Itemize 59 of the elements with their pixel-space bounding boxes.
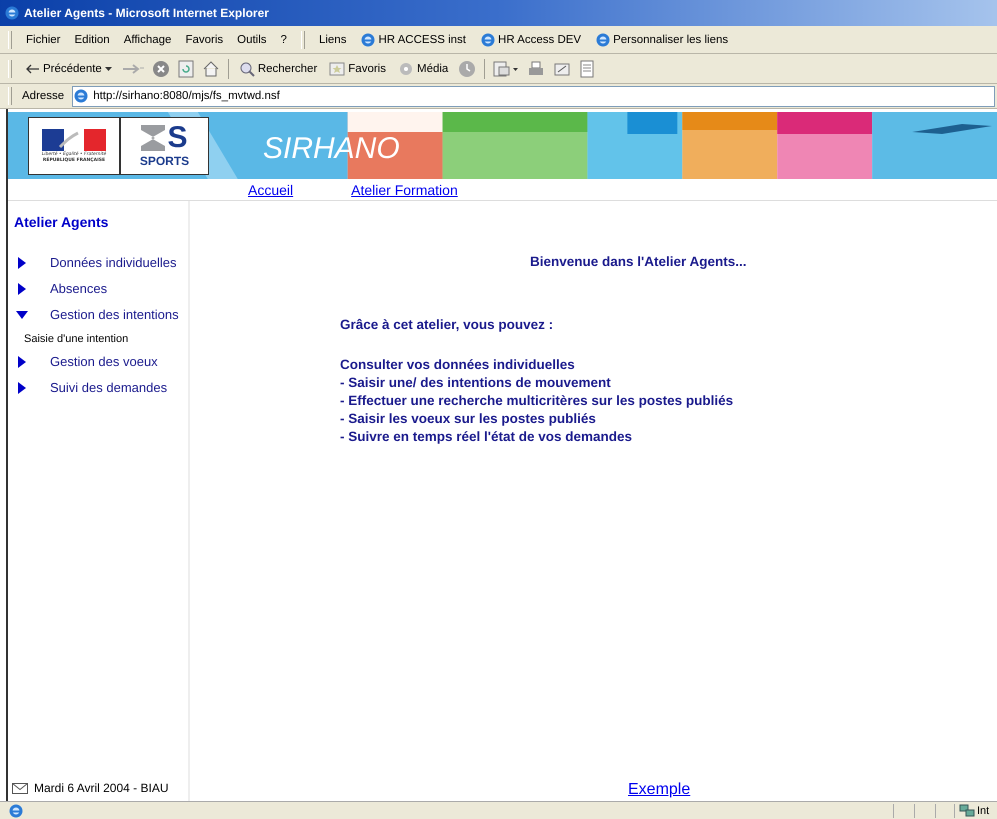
media-button[interactable]: Média: [396, 60, 450, 76]
browser-icon: [4, 5, 20, 21]
favorite-link[interactable]: HR ACCESS inst: [356, 32, 470, 48]
flag-icon: [42, 129, 106, 151]
browser-icon: [73, 88, 90, 104]
menu-item[interactable]: Affichage: [120, 34, 176, 46]
nav-link[interactable]: Atelier Formation: [351, 182, 458, 198]
feature-line: - Effectuer une recherche multicritères sur les postes publiés: [340, 392, 734, 410]
back-arrow-icon: [26, 64, 40, 74]
welcome-heading: Bienvenue dans l'Atelier Agents...: [529, 253, 748, 269]
document-icon[interactable]: [579, 60, 596, 78]
window-title: Atelier Agents - Microsoft Internet Explorer: [24, 6, 269, 20]
menu-item[interactable]: ?: [276, 34, 291, 46]
sidebar-item[interactable]: Suivi des demandes: [8, 380, 188, 406]
ministry-name: SPORTS: [138, 154, 190, 168]
sidebar-item[interactable]: Données individuelles: [8, 255, 188, 281]
envelope-icon: [12, 782, 28, 794]
menu-item[interactable]: Favoris: [181, 34, 228, 46]
menu-item[interactable]: Fichier: [22, 34, 65, 46]
nav-link[interactable]: Accueil: [248, 182, 294, 198]
feature-line: - Suivre en temps réel l'état de vos demandes: [340, 428, 634, 446]
address-field[interactable]: http://sirhano:8080/mjs/fs_mvtwd.nsf: [72, 86, 995, 106]
print-icon[interactable]: [527, 60, 546, 78]
browser-icon: [8, 802, 24, 818]
feature-line: - Saisir une/ des intentions de mouvement: [340, 374, 612, 392]
example-link[interactable]: Exemple: [628, 781, 690, 798]
date-text: Mardi 6 Avril 2004 - BIAU: [34, 781, 169, 795]
refresh-icon[interactable]: [178, 60, 194, 78]
chevron-icon: [141, 125, 166, 151]
sidebar-subitem[interactable]: Saisie d'une intention: [8, 333, 188, 354]
sidebar-item[interactable]: Gestion des intentions: [8, 307, 188, 333]
caret-icon: [104, 66, 112, 70]
address-label: Adresse: [22, 90, 66, 102]
favorite-link[interactable]: HR Access DEV: [476, 32, 586, 48]
network-icon: [959, 804, 975, 818]
menu-item[interactable]: Outils: [233, 34, 271, 46]
links-label: Liens: [318, 34, 348, 46]
home-icon[interactable]: [202, 60, 220, 78]
disc-icon: [398, 60, 414, 76]
feature-line: - Saisir les voeux sur les postes publiés: [340, 410, 597, 428]
history-icon[interactable]: [458, 60, 476, 78]
browser-icon: [360, 32, 376, 48]
favorite-link[interactable]: Personnaliser les liens: [591, 32, 732, 48]
zone-text: Int: [977, 804, 990, 816]
ministry-letter: S: [167, 124, 188, 152]
feature-line: Consulter vos données individuelles: [340, 356, 576, 374]
browser-icon: [480, 32, 496, 48]
intro-text: Grâce à cet atelier, vous pouvez :: [339, 316, 554, 332]
stop-icon[interactable]: [152, 60, 170, 78]
favorites-button[interactable]: Favoris: [327, 62, 388, 76]
search-button[interactable]: Rechercher: [236, 60, 320, 76]
back-button[interactable]: Précédente: [24, 62, 114, 74]
star-folder-icon: [329, 62, 346, 76]
browser-icon: [595, 32, 612, 48]
sidebar-title: Atelier Agents: [13, 213, 110, 232]
sidebar-item[interactable]: Absences: [8, 281, 188, 307]
search-icon: [238, 60, 255, 76]
menu-item[interactable]: Edition: [70, 34, 114, 46]
sidebar-item[interactable]: Gestion des voeux: [8, 354, 188, 380]
